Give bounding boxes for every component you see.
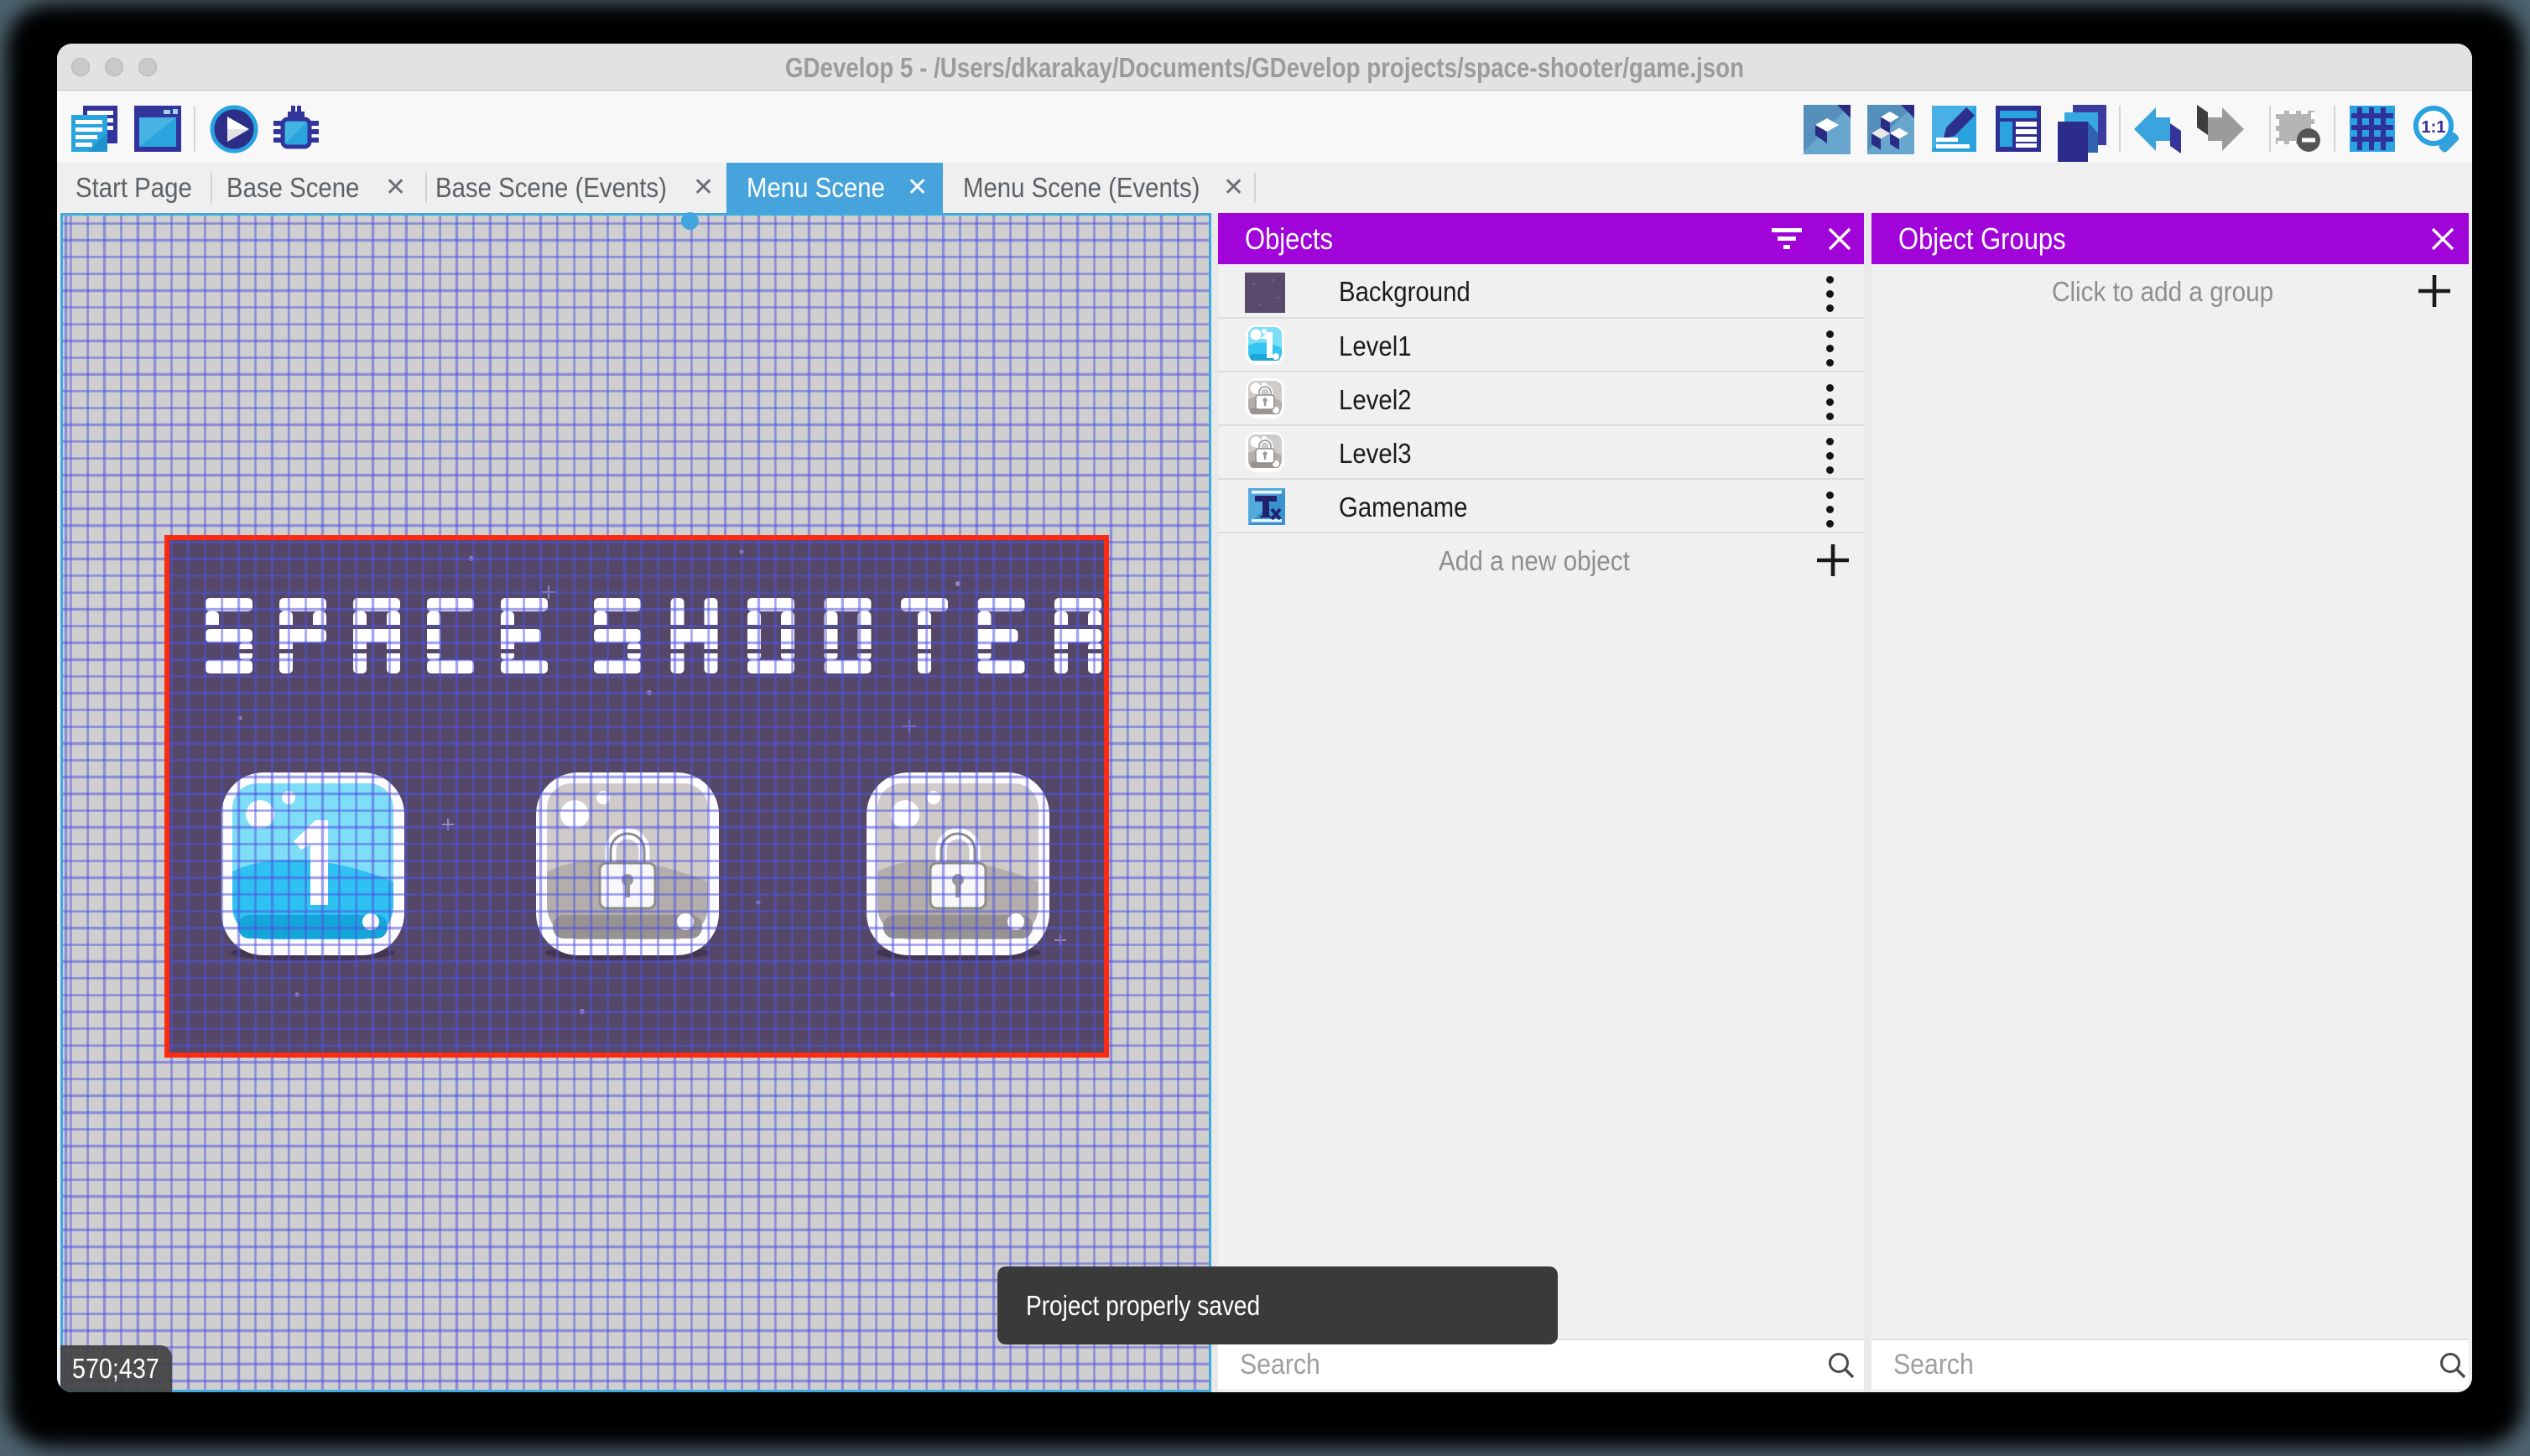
svg-text:1:1: 1:1 (2422, 118, 2446, 137)
